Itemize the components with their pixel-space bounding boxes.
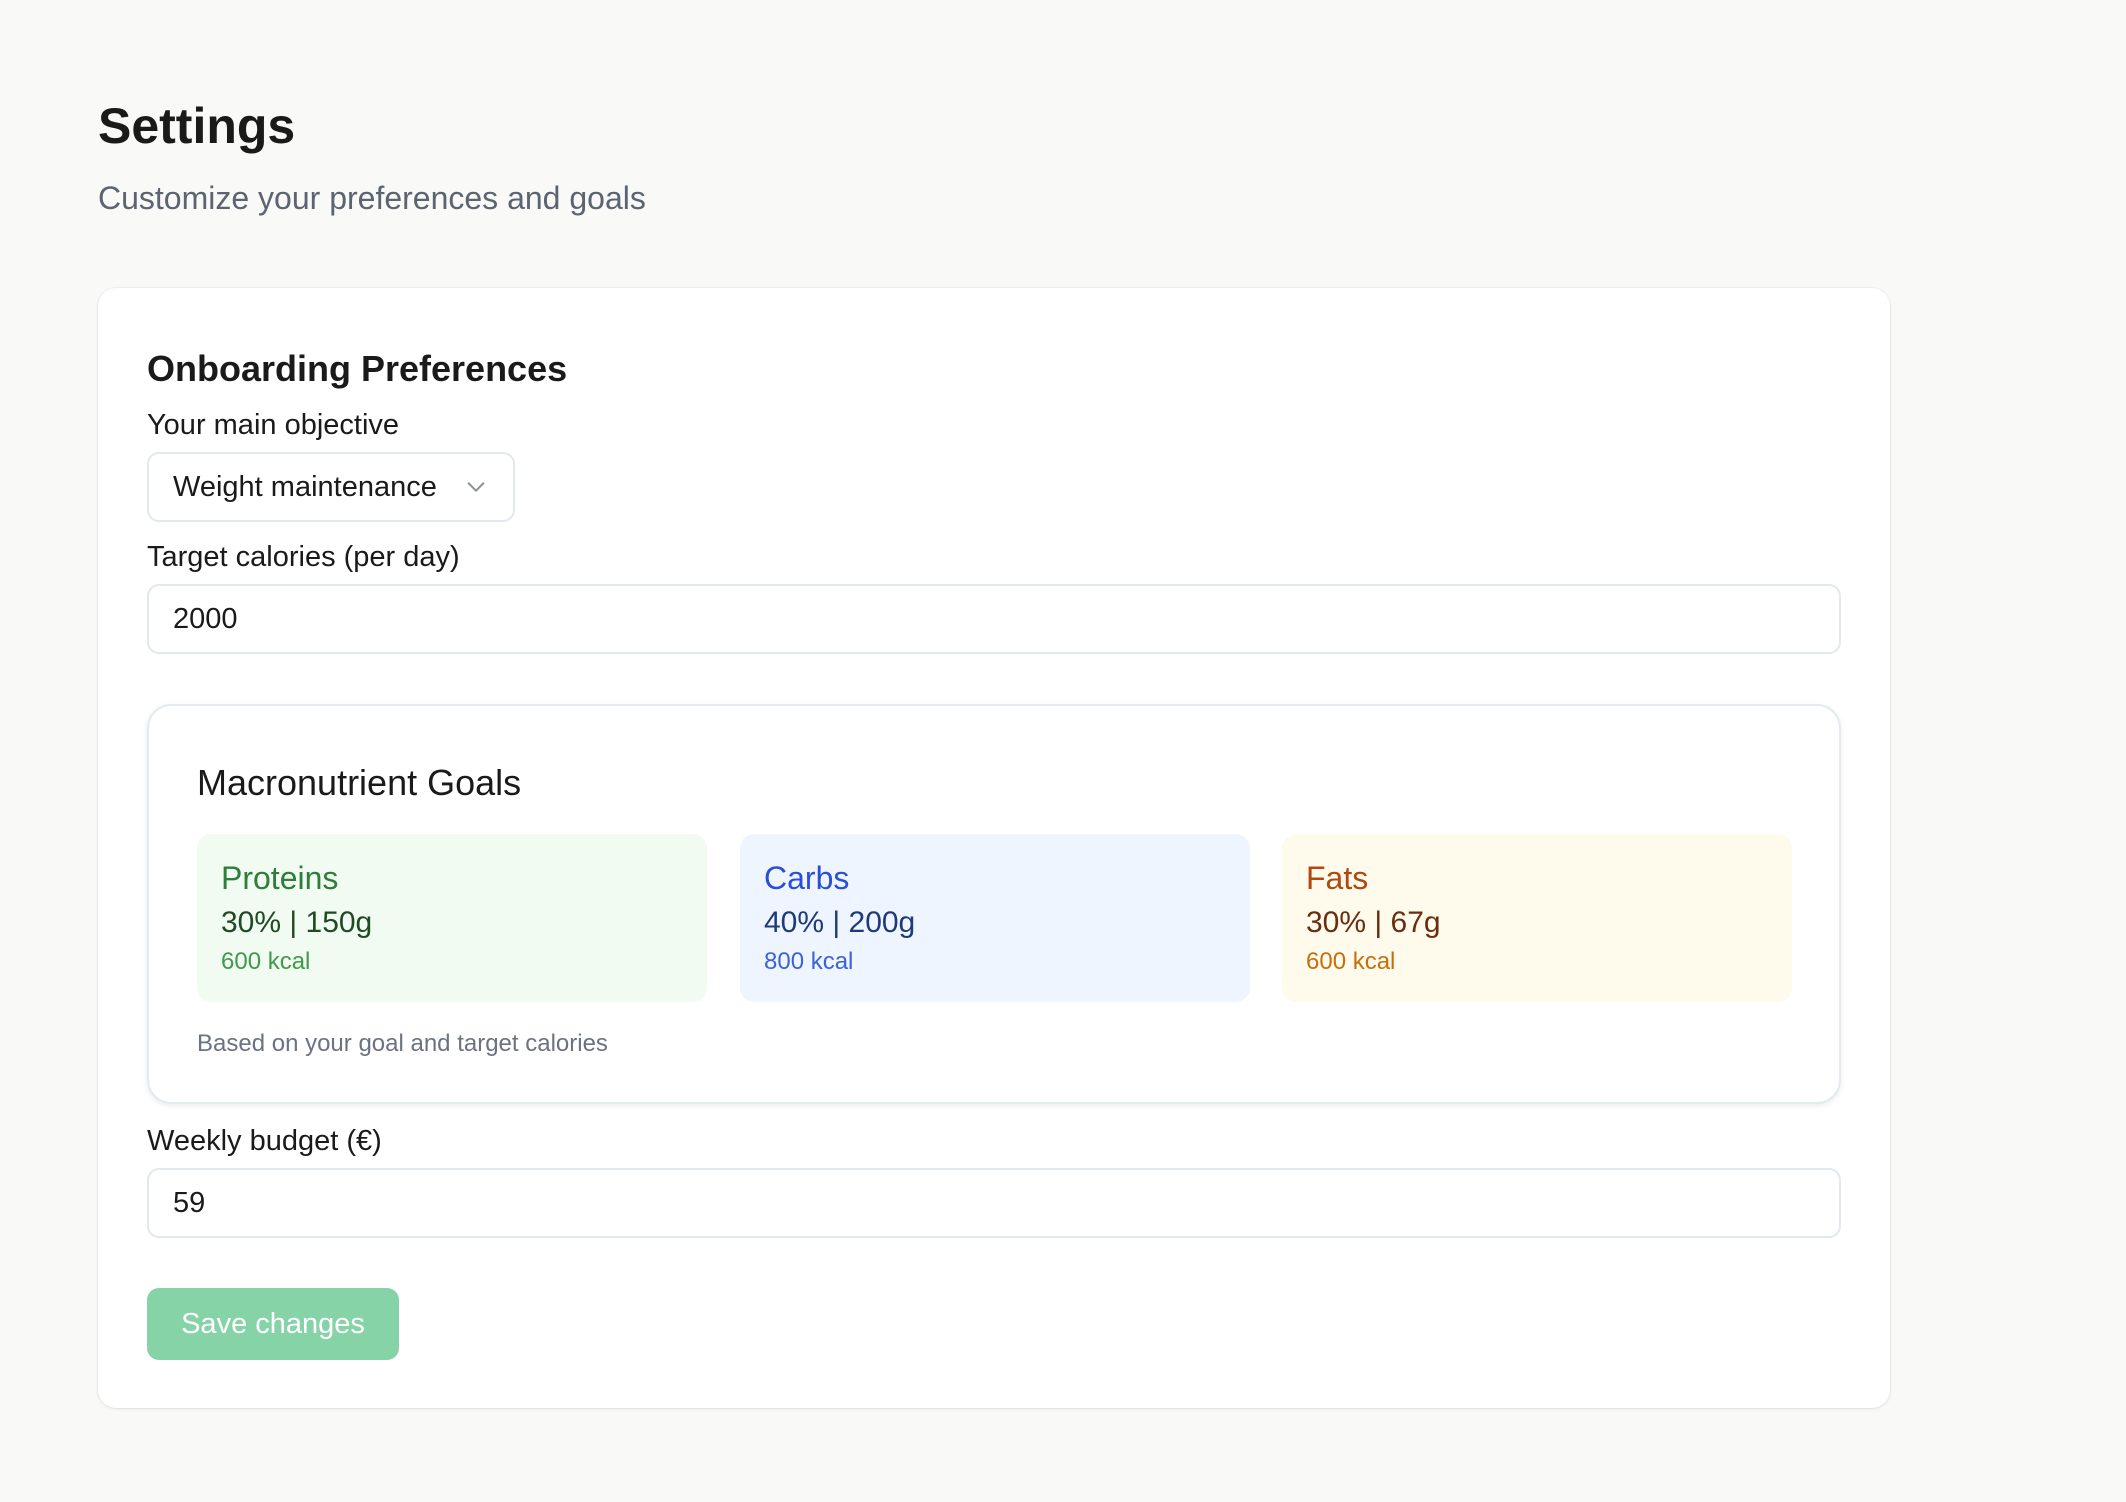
macro-name: Fats — [1306, 860, 1369, 896]
chevron-down-icon — [467, 482, 485, 492]
objective-select[interactable]: Weight maintenance — [147, 452, 515, 522]
budget-input[interactable] — [147, 1168, 1841, 1238]
macro-tile-fats: Fats 30% | 67g 600 kcal — [1282, 834, 1792, 1002]
page-subtitle: Customize your preferences and goals — [98, 180, 646, 216]
macro-kcal: 600 kcal — [221, 948, 311, 975]
page-title: Settings — [98, 98, 296, 154]
macro-tile-carbs: Carbs 40% | 200g 800 kcal — [740, 834, 1250, 1002]
macro-note: Based on your goal and target calories — [197, 1030, 608, 1057]
calories-label: Target calories (per day) — [147, 541, 460, 573]
calories-input[interactable] — [147, 584, 1841, 654]
macronutrient-goals-panel: Macronutrient Goals Proteins 30% | 150g … — [147, 704, 1841, 1104]
macro-kcal: 800 kcal — [764, 948, 854, 975]
macro-name: Carbs — [764, 860, 850, 896]
macro-title: Macronutrient Goals — [197, 762, 522, 803]
macro-name: Proteins — [221, 860, 339, 896]
onboarding-preferences-card: Onboarding Preferences Your main objecti… — [98, 288, 1890, 1408]
macro-tile-proteins: Proteins 30% | 150g 600 kcal — [197, 834, 707, 1002]
macro-values: 30% | 67g — [1306, 906, 1441, 939]
macro-kcal: 600 kcal — [1306, 948, 1396, 975]
objective-label: Your main objective — [147, 409, 400, 441]
macro-values: 40% | 200g — [764, 906, 916, 939]
card-title: Onboarding Preferences — [147, 348, 568, 389]
objective-select-value: Weight maintenance — [173, 470, 437, 503]
save-changes-button[interactable]: Save changes — [147, 1288, 399, 1360]
budget-label: Weekly budget (€) — [147, 1125, 382, 1157]
macro-values: 30% | 150g — [221, 906, 373, 939]
